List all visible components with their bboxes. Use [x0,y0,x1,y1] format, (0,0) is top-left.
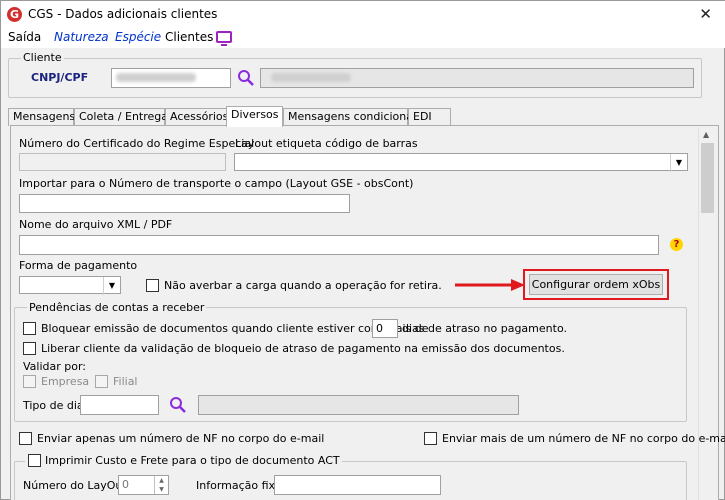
menu-bar: Saída Natureza Espécie Clientes [1,28,725,48]
search-icon[interactable] [169,396,187,414]
enviar-mais-label: Enviar mais de um número de NF no corpo … [442,432,725,445]
informacao-fixa-input[interactable] [274,475,441,495]
scroll-thumb[interactable] [701,143,714,213]
cnpj-value-redacted [116,73,196,82]
tab-mensagens-condicionais[interactable]: Mensagens condicionais [283,108,422,126]
imprimir-checkbox[interactable] [28,454,41,467]
tab-diversos[interactable]: Diversos [226,106,283,127]
configurar-ordem-xobs-button[interactable]: Configurar ordem xObs [529,274,663,295]
app-logo-icon: G [7,7,22,22]
tab-edi[interactable]: EDI [408,108,451,126]
forma-label: Forma de pagamento [19,259,138,272]
cnpj-label: CNPJ/CPF [31,71,89,84]
empresa-checkbox[interactable] [23,375,36,388]
search-icon[interactable] [237,69,255,87]
title-bar: G CGS - Dados adicionais clientes ✕ [1,1,725,28]
tab-mensagens[interactable]: Mensagens [8,108,75,126]
numero-layout-input[interactable]: 0 ▲ ▼ [118,475,169,495]
tab-coleta-entrega[interactable]: Coleta / Entrega [74,108,168,126]
bloquear-days-input[interactable]: 0 [372,319,398,338]
filial-checkbox[interactable] [95,375,108,388]
liberar-label: Liberar cliente da validação de bloqueio… [41,342,565,355]
layout-select[interactable]: ▼ [234,153,688,172]
numero-layout-value: 0 [122,478,129,491]
numero-layout-label: Número do LayOut [23,479,127,492]
bloquear-label-b: dias de atraso no pagamento. [402,322,567,335]
cliente-name-field [260,68,694,88]
liberar-checkbox[interactable] [23,342,36,355]
tipo-dia-label: Tipo de dia [23,399,84,412]
menu-clientes[interactable]: Clientes [165,30,213,44]
validar-label: Validar por: [23,360,87,373]
chevron-down-icon[interactable]: ▼ [103,277,120,295]
tab-acessorios[interactable]: Acessórios [165,108,228,126]
forma-select[interactable]: ▼ [19,276,121,295]
cliente-name-redacted [271,73,351,82]
xml-label: Nome do arquivo XML / PDF [19,218,173,231]
help-icon[interactable]: ? [670,238,683,251]
imprimir-group-label: Imprimir Custo e Frete para o tipo de do… [25,454,342,467]
scroll-up-icon[interactable]: ▲ [703,130,709,139]
chevron-down-icon[interactable]: ▼ [670,154,687,172]
cert-input[interactable] [19,153,226,171]
informacao-fixa-label: Informação fixa [196,479,282,492]
layout-label: Layout etiqueta código de barras [235,137,418,150]
monitor-icon[interactable] [216,31,232,46]
empresa-label: Empresa [41,375,90,388]
spinner-arrows-icon[interactable]: ▲ ▼ [154,476,168,494]
tipo-dia-description [198,395,519,415]
menu-natureza[interactable]: Natureza [54,30,109,44]
importar-input[interactable] [19,194,350,213]
cliente-group-label: Cliente [21,51,64,64]
xml-input[interactable] [19,235,659,255]
importar-label: Importar para o Número de transporte o c… [19,177,414,190]
enviar-um-checkbox[interactable] [19,432,32,445]
pendencias-label: Pendências de contas a receber [27,301,207,314]
tipo-dia-input[interactable] [80,395,159,415]
window-title: CGS - Dados adicionais clientes [28,7,218,21]
cert-label: Número do Certificado do Regime Especial [19,137,255,150]
bloquear-label-a: Bloquear emissão de documentos quando cl… [41,322,429,335]
enviar-mais-checkbox[interactable] [424,432,437,445]
dados-adicionais-window: G CGS - Dados adicionais clientes ✕ Saíd… [0,0,725,500]
nao-averbar-checkbox[interactable] [146,279,159,292]
nao-averbar-label: Não averbar a carga quando a operação fo… [164,279,442,292]
bloquear-checkbox[interactable] [23,322,36,335]
cnpj-input[interactable] [111,68,231,88]
red-arrow-icon [455,279,525,291]
enviar-um-label: Enviar apenas um número de NF no corpo d… [37,432,325,445]
menu-especie[interactable]: Espécie [115,30,161,44]
filial-label: Filial [113,375,138,388]
close-icon[interactable]: ✕ [699,5,712,23]
menu-saida[interactable]: Saída [8,30,41,44]
